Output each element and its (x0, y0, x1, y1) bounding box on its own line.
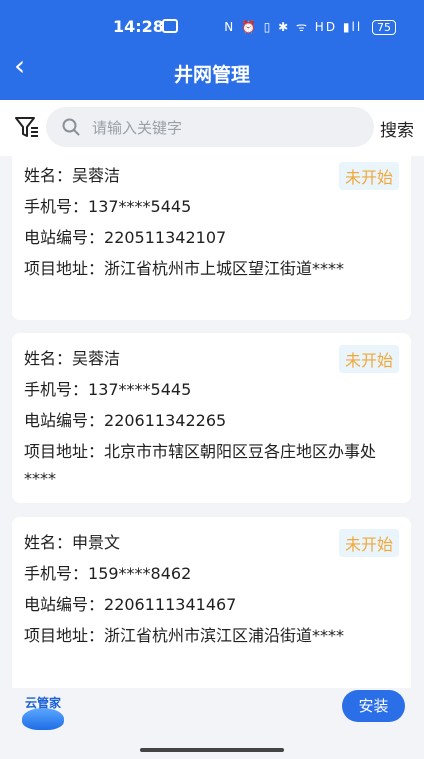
notification-icon (162, 19, 178, 33)
name-label: 姓名： (24, 166, 73, 185)
phone-value: 159****8462 (88, 564, 192, 583)
address-row: 项目地址：浙江省杭州市滨江区浦沿街道**** (24, 620, 399, 649)
address-value: 浙江省杭州市滨江区浦沿街道**** (104, 626, 345, 645)
phone-label: 手机号： (24, 380, 89, 399)
status-icons: N ⏰ ▯ ✱ ᯤ HD ▮ll 75 (224, 18, 396, 35)
name-value: 申景文 (72, 533, 121, 552)
address-label: 项目地址： (24, 442, 105, 461)
name-label: 姓名： (24, 349, 73, 368)
station-value: 220511342107 (104, 228, 227, 247)
station-label: 电站编号： (24, 228, 105, 247)
name-value: 吴蓉洁 (72, 349, 121, 368)
phone-row: 手机号：137****5445 (24, 191, 399, 222)
station-value: 2206111341467 (104, 595, 237, 614)
station-row: 电站编号：220511342107 (24, 222, 399, 253)
station-label: 电站编号： (24, 595, 105, 614)
status-badge: 未开始 (338, 529, 399, 557)
station-row: 电站编号：220611342265 (24, 405, 399, 436)
battery-icon: 75 (372, 20, 396, 35)
install-button[interactable]: 安装 (342, 690, 405, 722)
search-box[interactable] (46, 107, 374, 149)
address-label: 项目地址： (24, 259, 105, 278)
status-time: 14:28 (113, 17, 164, 36)
phone-value: 137****5445 (88, 380, 192, 399)
station-label: 电站编号： (24, 411, 105, 430)
address-row: 项目地址：北京市市辖区朝阳区豆各庄地区办事处**** (24, 436, 399, 492)
name-value: 吴蓉洁 (72, 166, 121, 185)
list-item[interactable]: 未开始 姓名：吴蓉洁 手机号：137****5445 电站编号：22061134… (12, 333, 411, 503)
address-value: 浙江省杭州市上城区望江街道**** (104, 259, 345, 278)
station-row: 电站编号：2206111341467 (24, 589, 399, 620)
search-button[interactable]: 搜索 (380, 116, 414, 141)
cloud-logo-icon (22, 708, 64, 730)
address-label: 项目地址： (24, 626, 105, 645)
status-indicators: N ⏰ ▯ ✱ ᯤ HD ▮ll (224, 20, 363, 34)
filter-icon[interactable] (14, 114, 40, 140)
logo-text: 云管家 (24, 696, 61, 710)
address-row: 项目地址：浙江省杭州市上城区望江街道**** (24, 253, 399, 282)
station-value: 220611342265 (104, 411, 227, 430)
phone-row: 手机号：159****8462 (24, 558, 399, 589)
search-bar: 搜索 (0, 100, 424, 156)
search-input[interactable] (90, 107, 364, 149)
home-indicator[interactable] (140, 748, 284, 752)
phone-value: 137****5445 (88, 197, 192, 216)
app-header: 14:28 N ⏰ ▯ ✱ ᯤ HD ▮ll 75 ‹ 井网管理 (0, 0, 424, 100)
app-logo: 云管家 (20, 694, 66, 734)
phone-label: 手机号： (24, 564, 89, 583)
phone-label: 手机号： (24, 197, 89, 216)
page-title: 井网管理 (173, 64, 250, 86)
status-badge: 未开始 (338, 162, 399, 190)
status-badge: 未开始 (338, 345, 399, 373)
install-banner: 云管家 安装 (0, 688, 424, 759)
search-icon (62, 118, 80, 136)
list-item[interactable]: 未开始 姓名：吴蓉洁 手机号：137****5445 电站编号：22051134… (12, 156, 411, 320)
station-list[interactable]: 未开始 姓名：吴蓉洁 手机号：137****5445 电站编号：22051134… (0, 156, 424, 688)
name-label: 姓名： (24, 533, 73, 552)
phone-row: 手机号：137****5445 (24, 374, 399, 405)
list-item[interactable]: 未开始 姓名：申景文 手机号：159****8462 电站编号：22061113… (12, 517, 411, 688)
